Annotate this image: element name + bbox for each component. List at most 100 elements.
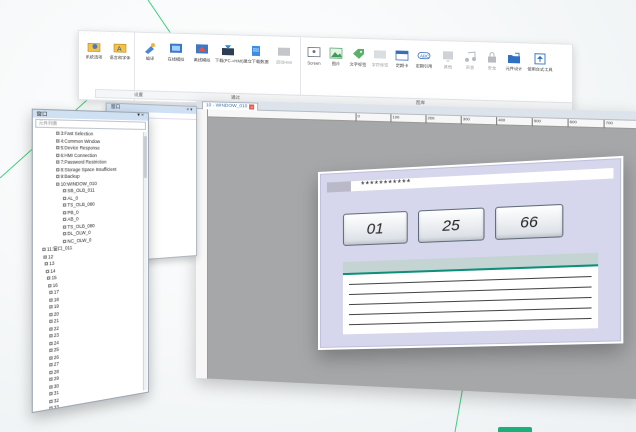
tree-item[interactable]: 30 xyxy=(49,382,59,389)
tree-item[interactable]: 4:Common Window xyxy=(56,138,100,144)
tree-item-label: 20 xyxy=(53,310,59,317)
tree-item[interactable]: 26 xyxy=(49,354,59,361)
tree-item[interactable]: 21 xyxy=(49,318,59,325)
font-icon: A xyxy=(113,40,128,53)
tree-item[interactable]: 24 xyxy=(49,339,59,346)
tree-item[interactable]: 17 xyxy=(49,289,59,295)
tree-item[interactable]: DL_OLW_0 xyxy=(62,229,91,237)
system-options-button[interactable]: 系统选项 xyxy=(81,39,107,61)
window-icon xyxy=(56,145,60,150)
panel-scrollbar[interactable] xyxy=(142,132,147,391)
number-field-2[interactable]: 25 xyxy=(417,207,485,244)
component-design-button[interactable]: 元件设计 xyxy=(501,51,527,73)
tree-item[interactable]: 22 xyxy=(49,325,59,332)
reference-button[interactable]: ABC 定期引用 xyxy=(411,48,437,70)
window-icon xyxy=(49,297,53,302)
tree-item[interactable]: 27 xyxy=(49,361,59,368)
tree-item[interactable]: 5:Device Response xyxy=(56,145,100,151)
list-row-line xyxy=(348,317,592,326)
window-icon xyxy=(56,138,60,143)
window-icon xyxy=(49,377,53,382)
masked-title-text: *********** xyxy=(361,177,412,190)
build-download-data-button[interactable]: 建立下载数据 xyxy=(243,44,269,66)
hmi-icon xyxy=(277,45,292,58)
tree-item[interactable]: TS_OLB_080 xyxy=(62,222,95,229)
tree-item[interactable]: 32 xyxy=(49,397,59,404)
tree-item-label: NC_OLW_0 xyxy=(67,236,92,244)
tree-item[interactable]: AB_0 xyxy=(62,216,79,222)
svg-text:ABC: ABC xyxy=(420,53,430,58)
data-list-area xyxy=(342,252,599,335)
tree-item[interactable]: 19 xyxy=(49,303,59,310)
offline-sim-button[interactable]: 离线模拟 xyxy=(189,42,215,64)
download-button[interactable]: 下载(PC->HMI) xyxy=(215,43,244,65)
window-icon xyxy=(62,210,67,214)
tree-item-label: 18 xyxy=(53,296,59,303)
tree-item[interactable]: 8:Storage Space Insufficient xyxy=(56,166,116,172)
compile-button[interactable]: 编译 xyxy=(137,41,163,63)
tree-item-label: 33 xyxy=(53,403,59,411)
tree-item[interactable]: 3:Fast Selection xyxy=(56,130,93,137)
tree-item-label: 12 xyxy=(48,253,54,260)
tree-item[interactable]: 16 xyxy=(48,282,58,288)
hmi-window-preview[interactable]: *********** 01 25 66 xyxy=(318,155,624,350)
tree-item[interactable]: 13 xyxy=(44,260,54,266)
tree-item[interactable]: 25 xyxy=(49,346,59,353)
tree-item[interactable]: 12 xyxy=(43,253,53,259)
tree-item[interactable]: 7:Password Restriction xyxy=(56,159,107,165)
component-list-dropdown[interactable]: 元件列表 xyxy=(35,118,146,130)
close-icon[interactable]: × xyxy=(249,104,255,110)
tree-item-label: 28 xyxy=(53,367,59,375)
window-list-panel: 窗口 ▾ × 元件列表 3:Fast Selection 4:Common Win… xyxy=(31,108,149,414)
number-field-3[interactable]: 66 xyxy=(495,203,564,240)
tree-item[interactable]: 28 xyxy=(49,368,59,375)
tree-item[interactable]: 33 xyxy=(49,404,59,411)
tree-item[interactable]: 11:窗口_011 xyxy=(42,245,72,252)
number-field-1[interactable]: 01 xyxy=(342,210,408,247)
window-icon xyxy=(49,362,53,367)
window-icon xyxy=(49,319,53,324)
calendar-icon xyxy=(395,48,410,61)
tree-item[interactable]: 6:HMI Connection xyxy=(56,152,97,158)
window-icon xyxy=(49,370,53,374)
tree-item[interactable]: SB_OLB_011 xyxy=(62,187,95,193)
tree-item[interactable]: 18 xyxy=(49,296,59,303)
tree-item[interactable]: 14 xyxy=(45,267,56,273)
svg-text:A: A xyxy=(117,46,122,53)
close-icon[interactable]: × ▾ xyxy=(187,107,193,113)
list-row-line xyxy=(348,286,592,296)
tree-item[interactable]: PB_0 xyxy=(62,209,79,215)
window-icon xyxy=(49,398,53,403)
text-icon xyxy=(373,47,388,60)
tree-item[interactable]: 23 xyxy=(49,332,59,339)
tree-item[interactable]: 15 xyxy=(46,275,57,281)
image-icon xyxy=(329,46,344,59)
desktop-tools-button[interactable]: 使用台式工具 xyxy=(527,52,553,74)
tree-item[interactable]: 20 xyxy=(49,310,59,317)
tree-item[interactable]: NC_OLW_0 xyxy=(62,236,92,244)
tree-item[interactable]: 9:Backup xyxy=(56,173,80,179)
tree-item[interactable]: TS_OLB_080 xyxy=(62,201,95,208)
window-icon xyxy=(56,181,60,186)
language-font-button[interactable]: A 语言和字体 xyxy=(107,40,133,62)
window-icon xyxy=(49,384,53,389)
tree-item[interactable]: AL_0 xyxy=(62,195,78,201)
upload-icon xyxy=(533,52,548,65)
pin-close-icon[interactable]: ▾ × xyxy=(137,113,144,118)
tree-item-label: TS_OLB_080 xyxy=(67,201,95,208)
start-hmi-button[interactable]: 启动HMI xyxy=(271,44,297,66)
tree-item-label: 6:HMI Connection xyxy=(60,152,97,158)
tree-item[interactable]: 29 xyxy=(49,375,59,382)
tree-item[interactable]: 31 xyxy=(49,390,59,397)
scrollbar-thumb[interactable] xyxy=(143,136,147,178)
window-icon xyxy=(49,326,53,331)
tree-item-label: DL_OLW_0 xyxy=(67,229,91,237)
tree-item-label: 8:Storage Space Insufficient xyxy=(60,166,117,172)
lock-icon xyxy=(485,50,500,63)
online-sim-button[interactable]: 在线模拟 xyxy=(163,41,189,63)
tree-item-label: 26 xyxy=(53,353,59,360)
tree-item-label: 10:WINDOW_010 xyxy=(60,180,97,187)
tag-icon xyxy=(351,47,366,60)
tree-item[interactable]: 10:WINDOW_010 xyxy=(56,180,97,186)
accent-button[interactable] xyxy=(498,427,532,432)
